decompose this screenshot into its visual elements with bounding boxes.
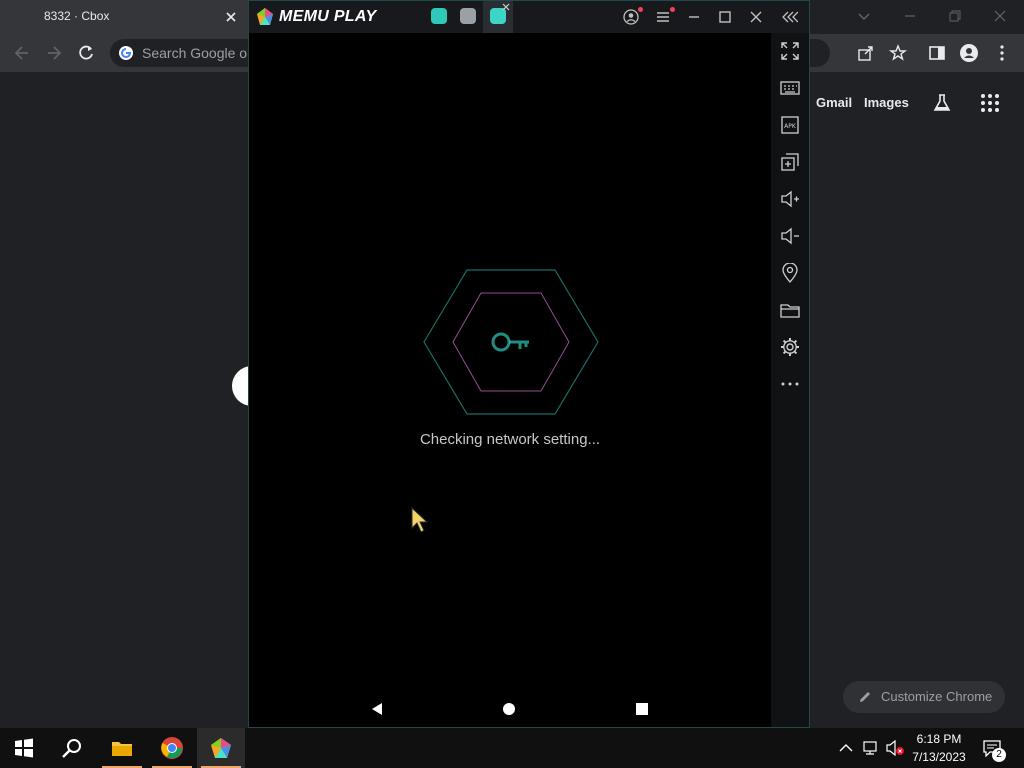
profile-avatar-icon[interactable] [959,43,979,63]
notification-count-badge: 2 [992,748,1006,762]
folder-icon[interactable] [780,300,800,320]
volume-down-icon[interactable] [780,226,800,246]
memu-tab-app-2[interactable] [460,8,476,24]
memu-tab-app-1[interactable] [431,8,447,24]
side-panel-icon[interactable] [927,43,947,63]
memu-titlebar[interactable]: MEMU PLAY [249,1,809,33]
tab-close-icon[interactable] [224,10,238,24]
memu-menu-icon[interactable] [655,9,671,25]
key-hexagon-icon [423,269,599,415]
collapse-sidebar-icon[interactable] [782,9,798,25]
android-home-icon[interactable] [501,701,517,717]
settings-icon[interactable] [780,337,800,357]
memu-tab-close-icon[interactable] [502,3,510,11]
chrome-taskbar-icon[interactable] [160,736,184,760]
clock-time[interactable]: 6:18 PM [912,732,966,746]
google-g-icon [119,46,133,60]
memu-taskbar-icon[interactable] [209,736,233,760]
location-icon[interactable] [780,263,800,283]
tab-search-chevron-icon[interactable] [856,8,872,24]
volume-muted-icon[interactable] [886,740,906,756]
memu-sidebar: APK [771,33,809,727]
file-explorer-icon[interactable] [110,736,134,760]
memu-maximize-icon[interactable] [717,9,733,25]
mouse-cursor-icon [411,506,429,533]
svg-text:APK: APK [784,123,797,130]
memu-player-window: MEMU PLAY Checking network setting... AP… [248,0,810,728]
customize-chrome-button[interactable]: Customize Chrome [843,681,1005,713]
forward-icon[interactable] [44,43,64,63]
memu-minimize-icon[interactable] [686,9,702,25]
clock-date[interactable]: 7/13/2023 [910,750,968,764]
images-link[interactable]: Images [864,95,909,110]
account-icon[interactable] [623,9,639,25]
back-icon[interactable] [12,43,32,63]
gmail-link[interactable]: Gmail [816,95,852,110]
chrome-restore-icon[interactable] [947,8,963,24]
android-back-icon[interactable] [369,701,385,717]
network-status-text: Checking network setting... [419,431,601,448]
show-hidden-icons-chevron-icon[interactable] [838,741,854,755]
memu-logo-icon [257,8,273,25]
memu-close-icon[interactable] [748,9,764,25]
pencil-icon [860,692,870,702]
search-icon[interactable] [60,736,84,760]
chrome-close-icon[interactable] [992,8,1008,24]
account-notification-dot [638,7,643,12]
windows-start-icon[interactable] [12,736,36,760]
customize-chrome-label: Customize Chrome [881,689,993,704]
chrome-tab-cbox[interactable]: 8332 · Cbox [0,0,248,34]
memu-brand: MEMU PLAY [279,8,377,25]
reload-icon[interactable] [76,43,96,63]
multi-instance-icon[interactable] [780,152,800,172]
volume-up-icon[interactable] [780,189,800,209]
android-screen[interactable]: Checking network setting... [249,33,771,727]
chrome-minimize-icon[interactable] [902,8,918,24]
fullscreen-icon[interactable] [780,41,800,61]
menu-notification-dot [670,7,675,12]
windows-taskbar: 6:18 PM 7/13/2023 2 [0,728,1024,768]
bookmark-star-icon[interactable] [888,43,908,63]
chrome-menu-icon[interactable] [992,43,1012,63]
share-icon[interactable] [856,43,876,63]
keyboard-icon[interactable] [780,78,800,98]
network-icon[interactable] [862,740,880,756]
apps-grid-icon[interactable] [980,93,1000,113]
android-recents-icon[interactable] [634,701,650,717]
tab-title: 8332 · Cbox [44,9,110,23]
more-icon[interactable] [780,374,800,394]
apk-icon[interactable]: APK [780,115,800,135]
labs-flask-icon[interactable] [931,92,953,114]
